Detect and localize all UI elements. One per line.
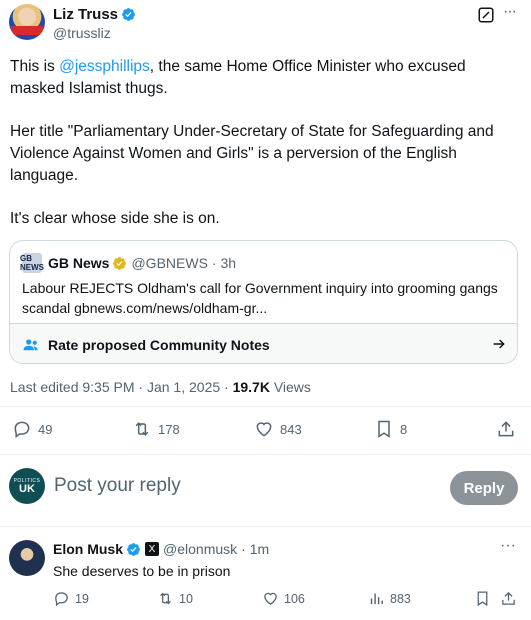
quote-author-handle: @GBNEWS: [131, 255, 208, 271]
post-text: This is @jessphillips, the same Home Off…: [10, 56, 520, 251]
divider: [0, 454, 531, 455]
reply-like-count: 106: [284, 591, 305, 606]
reply-time[interactable]: · 1m: [241, 541, 269, 557]
author-avatar[interactable]: [9, 4, 45, 40]
current-user-avatar[interactable]: POLITICS UK: [9, 468, 45, 504]
reply-like-button[interactable]: 106: [262, 590, 305, 607]
author-name-row[interactable]: Liz Truss: [53, 6, 136, 23]
heart-icon: [264, 592, 277, 605]
repost-button[interactable]: 178: [132, 419, 180, 439]
bookmark-icon: [378, 420, 390, 438]
views-count: 19.7K: [232, 379, 270, 395]
reply-repost-count: 10: [179, 591, 193, 606]
author-handle[interactable]: @trussliz: [53, 25, 111, 41]
reply-author-name[interactable]: Elon Musk: [53, 541, 123, 557]
reply-actions: 19 10 106 883: [0, 590, 531, 612]
quote-text: Labour REJECTS Oldham's call for Governm…: [22, 280, 498, 316]
gb-news-logo: GB NEWS: [20, 253, 44, 273]
like-count: 843: [280, 421, 302, 437]
quote-author-name: GB News: [48, 255, 110, 271]
bookmark-count: 8: [400, 421, 408, 437]
reply-reply-button[interactable]: 19: [53, 590, 89, 607]
reply-submit-button[interactable]: Reply: [450, 471, 518, 505]
repost-icon: [135, 422, 149, 436]
reply-views-count: 883: [390, 591, 411, 606]
like-button[interactable]: 843: [254, 419, 302, 439]
share-icon: [498, 421, 514, 437]
reply-input[interactable]: Post your reply: [54, 475, 181, 497]
repost-icon: [160, 592, 171, 605]
post-meta: Last edited 9:35 PM · Jan 1, 2025 · 19.7…: [10, 379, 311, 395]
grok-edit-icon[interactable]: [477, 6, 495, 24]
divider: [0, 526, 531, 527]
reply-composer: POLITICS UK Post your reply Reply: [0, 460, 531, 516]
reply-text: She deserves to be in prison: [53, 563, 231, 579]
x-affiliate-icon: X: [145, 542, 160, 556]
edited-timestamp[interactable]: Last edited 9:35 PM · Jan 1, 2025 ·: [10, 379, 233, 395]
repost-count: 178: [158, 421, 180, 437]
reply-more-options-icon[interactable]: ···: [500, 538, 516, 554]
divider: [0, 406, 531, 407]
reply-author-handle[interactable]: @elonmusk: [163, 541, 237, 557]
heart-icon: [256, 422, 272, 437]
reply-views-button[interactable]: 883: [368, 590, 411, 607]
arrow-right-icon: [493, 339, 505, 349]
views-chart-icon: [370, 593, 383, 605]
post-actions: 49 178 843 8: [0, 419, 531, 445]
more-options-icon[interactable]: ···: [503, 4, 523, 26]
reply-button[interactable]: 49: [12, 419, 52, 439]
quote-time: · 3h: [211, 255, 237, 271]
reply-repost-button[interactable]: 10: [157, 590, 193, 607]
reply-header: Elon Musk X @elonmusk · 1m: [53, 541, 269, 557]
views-label: Views: [269, 379, 311, 395]
share-button[interactable]: [496, 419, 522, 439]
rate-community-notes-button[interactable]: Rate proposed Community Notes: [10, 323, 517, 363]
verified-badge-icon: [122, 8, 135, 21]
reply-reply-count: 19: [75, 591, 89, 606]
reply-icon: [55, 592, 68, 607]
author-name[interactable]: Liz Truss: [53, 6, 118, 23]
reply-icon: [14, 421, 30, 438]
people-icon: [23, 338, 38, 350]
bookmark-icon: [477, 591, 488, 607]
post-paragraph: Her title "Parliamentary Under-Secretary…: [10, 123, 494, 184]
verified-badge-icon: [127, 542, 140, 556]
avatar-big-text: UK: [19, 482, 35, 495]
reply-count: 49: [38, 421, 53, 437]
post-text-part: This is: [10, 58, 60, 75]
bookmark-button[interactable]: 8: [374, 419, 407, 439]
reply-author-avatar[interactable]: [9, 540, 45, 576]
mention-link[interactable]: @jessphillips: [59, 58, 150, 75]
share-icon: [502, 591, 515, 605]
community-notes-label: Rate proposed Community Notes: [48, 336, 270, 353]
reply-share-button[interactable]: [500, 590, 522, 607]
post-paragraph: It's clear whose side she is on.: [10, 210, 220, 227]
reply-bookmark-button[interactable]: [474, 590, 496, 607]
gold-verified-badge-icon: [113, 256, 127, 270]
quoted-post[interactable]: GB NEWS GB News @GBNEWS · 3h Labour REJE…: [9, 240, 518, 364]
